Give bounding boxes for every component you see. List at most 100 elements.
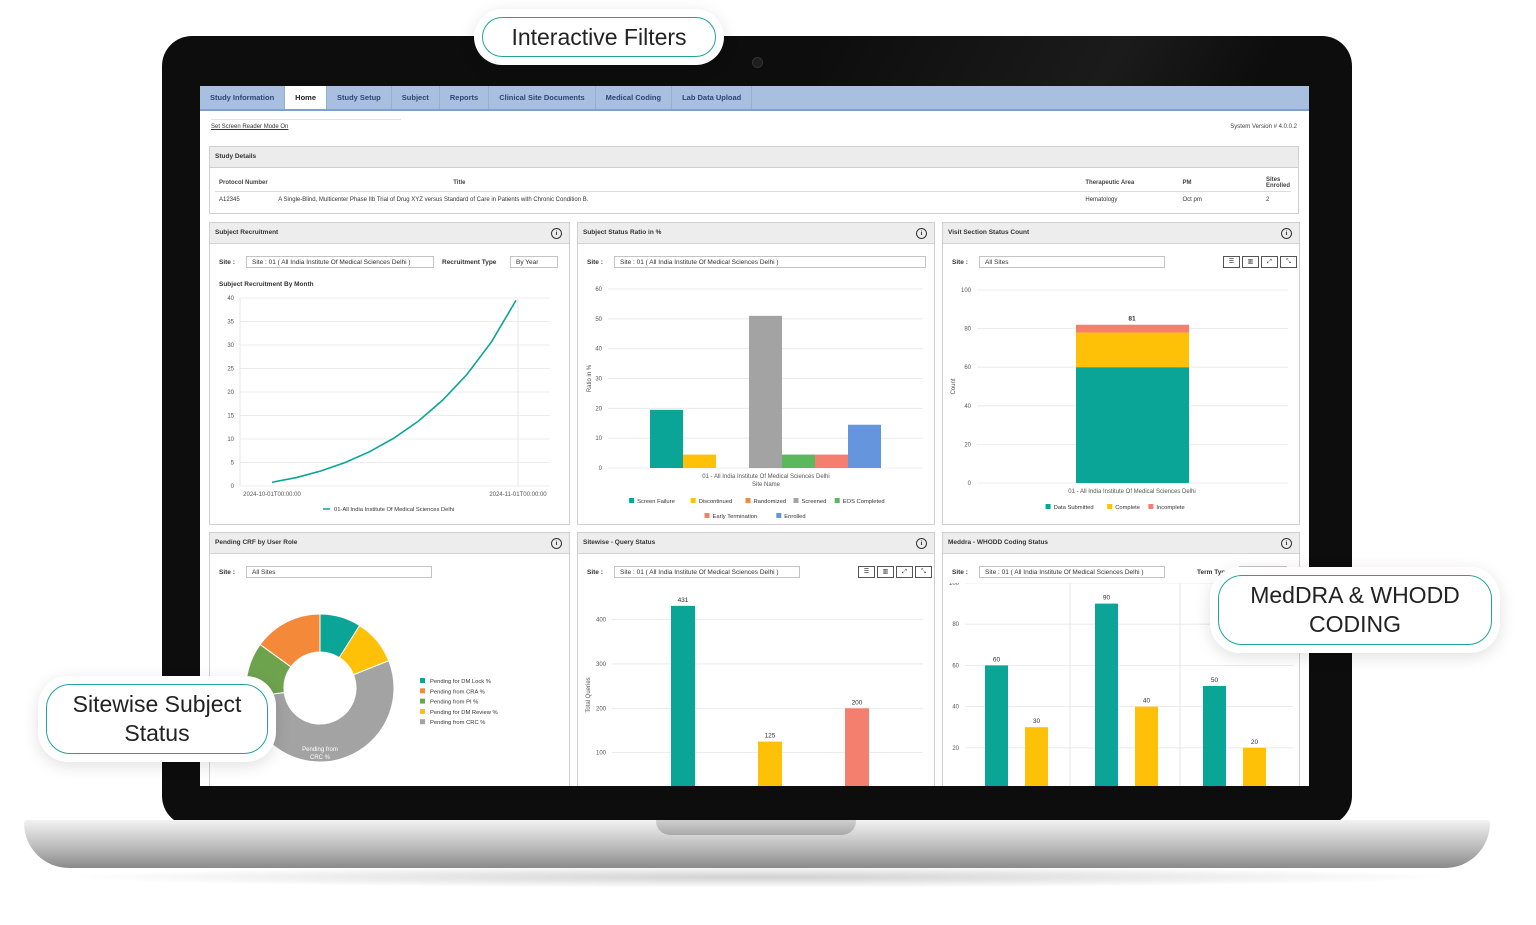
screen-reader-link[interactable]: Set Screen Reader Mode On [211,124,288,130]
panel-title: Subject Recruitment [215,229,279,236]
site-select[interactable]: All Sites [979,256,1165,268]
cell-therapeutic: Hematology [1085,197,1118,203]
callout-line-2: CODING [1309,611,1401,637]
table-view-icon[interactable]: ☰ [858,566,875,578]
legend-label: 01-All India Institute Of Medical Scienc… [334,507,454,513]
bar [683,454,716,468]
callout-box: MedDRA & WHODD CODING [1218,575,1492,645]
bar [845,708,869,786]
y-tick-label: 100 [596,751,607,757]
cell-sites: 2 [1266,197,1270,203]
legend-label: Screened [802,499,827,505]
bar-view-icon[interactable]: ▥ [877,566,894,578]
panel-title: Subject Status Ratio in % [583,229,662,236]
info-icon[interactable]: i [1281,228,1292,239]
y-tick-label: 40 [964,404,971,410]
tab-clinical-site-documents[interactable]: Clinical Site Documents [489,86,596,109]
site-select[interactable]: Site : 01 ( All India Institute Of Medic… [614,566,800,578]
app-screen: Study Information Home Study Setup Subje… [200,86,1309,786]
tab-study-setup[interactable]: Study Setup [327,86,392,109]
bar [1135,706,1158,786]
info-icon[interactable]: i [1281,538,1292,549]
legend-label: Pending from CRA % [430,689,485,695]
y-tick-label: 35 [227,320,234,326]
callout-line-2: Status [124,720,190,746]
camera-icon [752,57,763,68]
table-view-icon[interactable]: ☰ [1223,256,1240,268]
expand-icon[interactable]: ⤢ [1261,256,1278,268]
bar [1243,747,1266,786]
legend-swatch [704,513,710,518]
legend-label: Discontinued [699,499,733,505]
legend-swatch [1107,504,1113,509]
bar [848,424,881,468]
info-icon[interactable]: i [551,228,562,239]
y-tick-label: 5 [231,461,235,467]
bar [758,741,782,786]
site-label: Site : [219,259,235,266]
x-tick-label: 2024-11-01T00:00:00 [489,492,547,498]
table-row: A12345 A Single-Blind, Multicenter Phase… [215,192,1291,209]
chart-toolbar: ☰ ▥ ⤢ ⤡ [858,566,932,578]
y-axis-label: Count [951,378,957,394]
y-tick-label: 30 [595,377,602,383]
tab-home[interactable]: Home [285,86,328,109]
slice-label: CRC % [310,755,331,761]
bar [1095,603,1118,786]
bar-view-icon[interactable]: ▥ [1242,256,1259,268]
chart-toolbar: ☰ ▥ ⤢ ⤡ [1223,256,1297,268]
site-select[interactable]: All Sites [246,566,432,578]
tab-lab-data-upload[interactable]: Lab Data Upload [672,86,753,109]
subject-recruitment-panel: Subject Recruitment i Site : Site : 01 ( … [209,222,570,525]
data-label: 81 [1128,316,1136,323]
callout-box: Sitewise Subject Status [46,684,268,754]
info-icon[interactable]: i [551,538,562,549]
laptop-notch [656,820,856,835]
data-label: 125 [765,733,776,740]
y-tick-label: 0 [599,466,603,472]
y-axis-label: Ratio in % [587,364,593,392]
tab-study-information[interactable]: Study Information [200,86,286,109]
y-tick-label: 80 [964,327,971,333]
series-line [271,299,517,484]
legend-swatch [776,513,782,518]
x-tick-label: 2024-10-01T00:00:00 [243,492,301,498]
y-tick-label: 40 [952,705,959,711]
panel-title: Pending CRF by User Role [215,539,298,546]
legend-label: Pending for DM Review % [430,710,498,716]
bar [749,315,782,468]
tab-medical-coding[interactable]: Medical Coding [596,86,673,109]
y-tick-label: 0 [968,481,972,487]
legend-swatch [690,498,696,503]
col-sites: Sites Enrolled [1265,175,1291,192]
site-label: Site : [952,569,968,576]
reader-divider [211,119,401,120]
recruitment-type-label: Recruitment Type [442,259,497,266]
site-label: Site : [587,259,603,266]
x-axis-label: Site Name [752,482,781,488]
site-select[interactable]: Site : 01 ( All India Institute Of Medic… [979,566,1165,578]
x-tick-label: 01 - All India Institute Of Medical Scie… [1068,489,1195,495]
tab-subject[interactable]: Subject [392,86,440,109]
y-tick-label: 25 [227,367,234,373]
info-icon[interactable]: i [916,228,927,239]
y-tick-label: 10 [227,437,234,443]
collapse-icon[interactable]: ⤡ [915,566,932,578]
panel-title: Visit Section Status Count [948,229,1030,236]
site-select[interactable]: Site : 01 ( All India Institute Of Medic… [614,256,926,268]
tab-reports[interactable]: Reports [440,86,490,109]
site-select[interactable]: Site : 01 ( All India Institute Of Medic… [246,256,434,268]
system-version: System Version # 4.0.0.2 [1230,124,1297,130]
info-icon[interactable]: i [916,538,927,549]
cell-pm: Oct pm [1182,197,1202,203]
y-tick-label: 300 [596,662,607,668]
y-tick-label: 60 [964,365,971,371]
x-tick-label: 01 - All India Institute Of Medical Scie… [702,474,829,480]
collapse-icon[interactable]: ⤡ [1280,256,1297,268]
legend-swatch [420,719,425,725]
expand-icon[interactable]: ⤢ [896,566,913,578]
legend-label: Enrolled [784,514,805,520]
data-label: 60 [993,656,1001,663]
recruitment-type-select[interactable]: By Year [510,256,558,268]
bar [671,605,695,786]
